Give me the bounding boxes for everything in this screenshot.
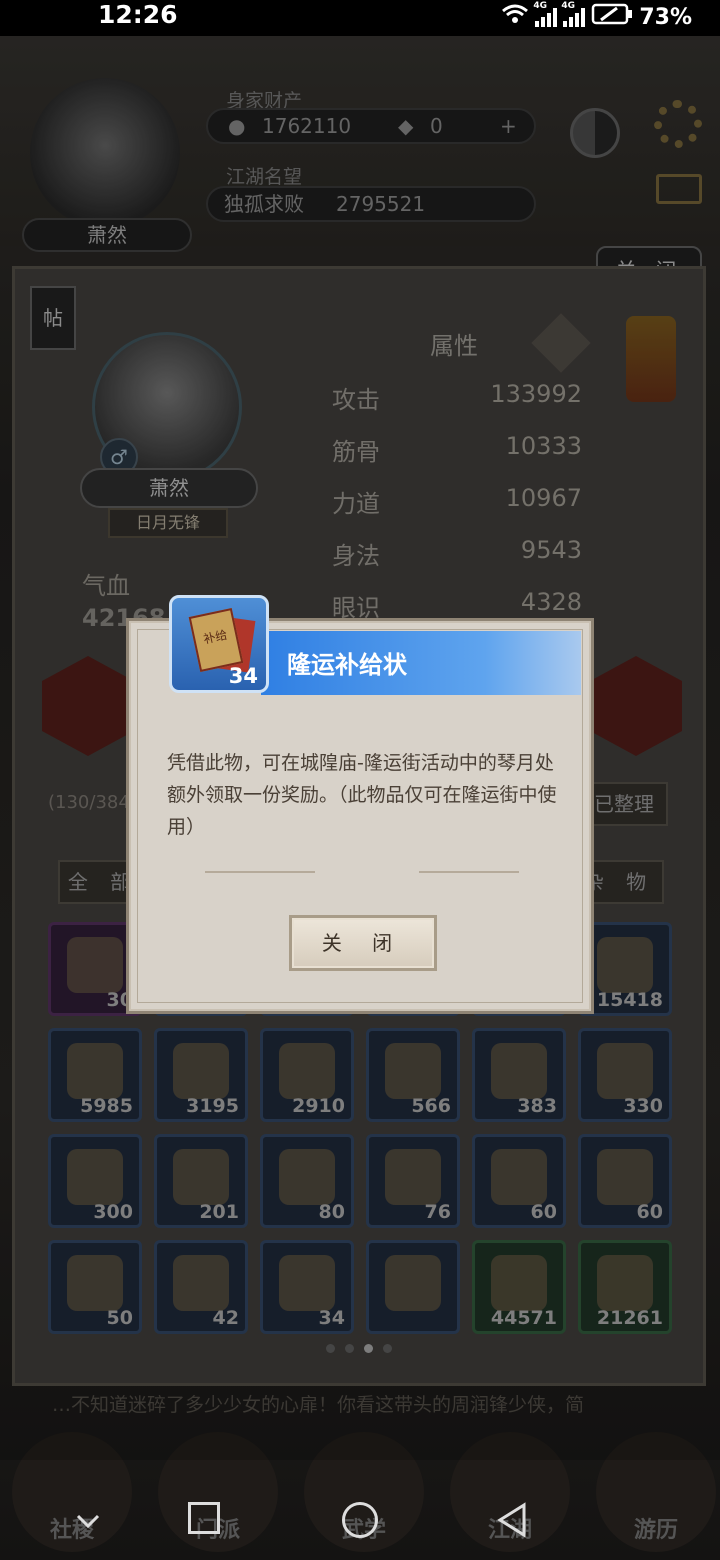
battery-icon [591, 2, 633, 32]
clock: 12:26 [98, 0, 178, 29]
divider-left [205, 871, 315, 873]
back-button[interactable] [496, 1502, 528, 1538]
item-detail-dialog: 隆运补给状 补给 34 凭借此物，可在城隍庙-隆运街活动中的琴月处额外领取一份奖… [126, 595, 594, 1014]
signal-icon-2: 4G [561, 1, 586, 27]
home-button[interactable] [342, 1502, 378, 1538]
battery-percent: 73% [639, 4, 692, 30]
status-icons: 4G 4G 73% [501, 1, 692, 32]
dialog-title: 隆运补给状 [287, 651, 407, 679]
item-description: 凭借此物，可在城隍庙-隆运街活动中的琴月处额外领取一份奖励。（此物品仅可在隆运街… [167, 752, 557, 838]
chevron-down-icon[interactable] [72, 1504, 104, 1536]
status-bar: 12:26 4G 4G 73% [0, 0, 720, 36]
item-count: 34 [228, 664, 258, 688]
dialog-close-button[interactable]: 关 闭 [289, 915, 437, 971]
signal-icon-1: 4G [533, 1, 558, 27]
item-icon: 补给 34 [169, 595, 269, 693]
divider-right [419, 871, 519, 873]
system-nav-bar [0, 1480, 720, 1560]
wifi-icon [501, 3, 529, 31]
recent-apps-button[interactable] [188, 1502, 220, 1534]
